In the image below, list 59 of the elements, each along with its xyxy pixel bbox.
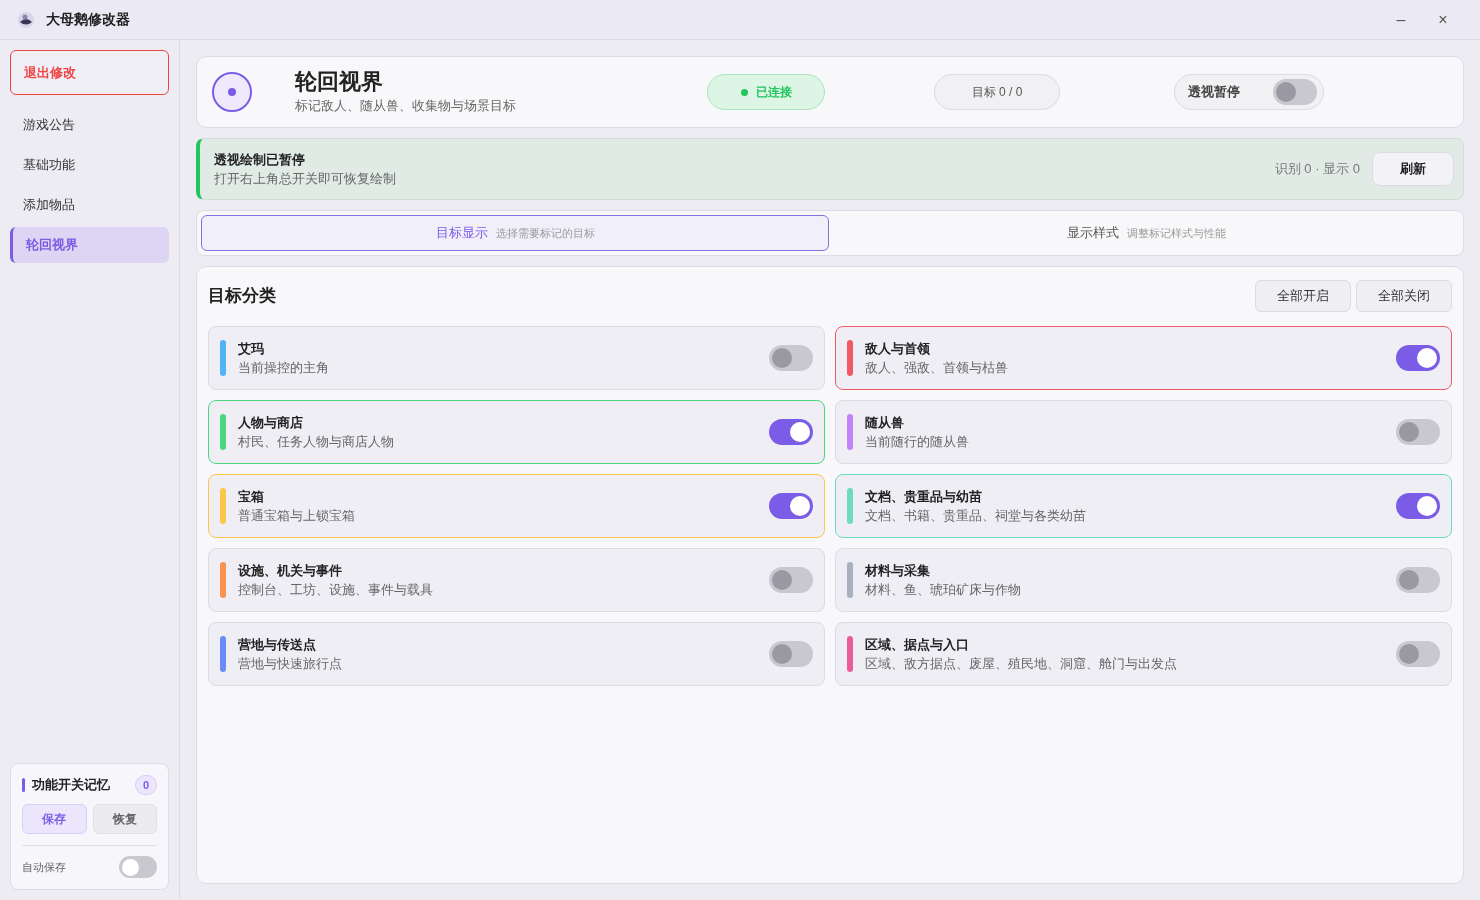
refresh-button[interactable]: 刷新 — [1372, 152, 1454, 186]
category-name: 敌人与首领 — [865, 339, 931, 358]
category-name: 材料与采集 — [865, 561, 931, 580]
disable-all-button[interactable]: 全部关闭 — [1356, 280, 1452, 312]
category-name: 人物与商店 — [238, 413, 304, 432]
toggle-switch[interactable] — [1396, 641, 1440, 667]
page-subtitle: 标记敌人、随从兽、收集物与场景目标 — [295, 97, 517, 116]
close-button[interactable]: × — [1422, 4, 1464, 35]
enable-all-button[interactable]: 全部开启 — [1255, 280, 1351, 312]
category-name: 营地与传送点 — [238, 635, 317, 654]
category-name: 艾玛 — [238, 339, 265, 358]
target-icon — [211, 71, 253, 113]
app-logo-icon — [16, 9, 36, 30]
category-description: 当前随行的随从兽 — [865, 433, 969, 451]
connection-status: 已连接 — [707, 74, 825, 110]
detection-stats: 识别 0 · 显示 0 — [1274, 160, 1360, 179]
minimize-button[interactable]: – — [1380, 4, 1422, 35]
toggle-switch[interactable] — [769, 641, 813, 667]
toggle-switch[interactable] — [769, 345, 813, 371]
category-description: 文档、书籍、贵重品、祠堂与各类幼苗 — [865, 507, 1086, 525]
toggle-switch[interactable] — [1396, 493, 1440, 519]
category-name: 文档、贵重品与幼苗 — [865, 487, 983, 506]
category-name: 宝箱 — [238, 487, 265, 506]
notice-text: 打开右上角总开关即可恢复绘制 — [214, 170, 396, 188]
category-name: 设施、机关与事件 — [238, 561, 343, 580]
notice-title: 透视绘制已暂停 — [214, 150, 306, 169]
tab[interactable]: 目标显示 选择需要标记的目标 — [201, 215, 829, 251]
category-description: 当前操控的主角 — [238, 359, 329, 377]
memory-count: 0 — [135, 775, 157, 795]
toggle-switch[interactable] — [1396, 345, 1440, 371]
category-description: 材料、鱼、琥珀矿床与作物 — [865, 581, 1021, 599]
toggle-switch[interactable] — [1273, 79, 1317, 105]
category-description: 普通宝箱与上锁宝箱 — [238, 507, 355, 525]
category-description: 区域、敌方据点、废屋、殖民地、洞窟、舱门与出发点 — [865, 655, 1177, 673]
panel-title: 目标分类 — [208, 285, 276, 308]
tab[interactable]: 显示样式 调整标记样式与性能 — [833, 215, 1459, 251]
target-counter: 目标 0 / 0 — [934, 74, 1060, 110]
category-name: 随从兽 — [865, 413, 905, 432]
category-description: 村民、任务人物与商店人物 — [238, 433, 394, 451]
category-description: 控制台、工坊、设施、事件与载具 — [238, 581, 433, 599]
sidebar-item[interactable]: 基础功能 — [10, 147, 169, 183]
auto-save-label: 自动保存 — [22, 859, 66, 875]
sidebar-item[interactable]: 游戏公告 — [10, 107, 169, 143]
toggle-switch[interactable] — [119, 856, 157, 878]
toggle-switch[interactable] — [1396, 567, 1440, 593]
toggle-switch[interactable] — [769, 567, 813, 593]
master-switch-label: 透视暂停 — [1188, 83, 1240, 102]
category-description: 营地与快速旅行点 — [238, 655, 342, 673]
category-name: 区域、据点与入口 — [865, 635, 970, 654]
category-description: 敌人、强敌、首领与枯兽 — [865, 359, 1008, 377]
toggle-switch[interactable] — [1396, 419, 1440, 445]
sidebar-item[interactable]: 添加物品 — [10, 187, 169, 223]
toggle-switch[interactable] — [769, 493, 813, 519]
page-title: 轮回视界 — [295, 68, 384, 97]
save-button[interactable]: 保存 — [22, 804, 87, 834]
toggle-switch[interactable] — [769, 419, 813, 445]
restore-button[interactable]: 恢复 — [92, 804, 157, 834]
memory-title: 功能开关记忆 — [32, 776, 110, 795]
window-title: 大母鹅修改器 — [46, 10, 130, 29]
